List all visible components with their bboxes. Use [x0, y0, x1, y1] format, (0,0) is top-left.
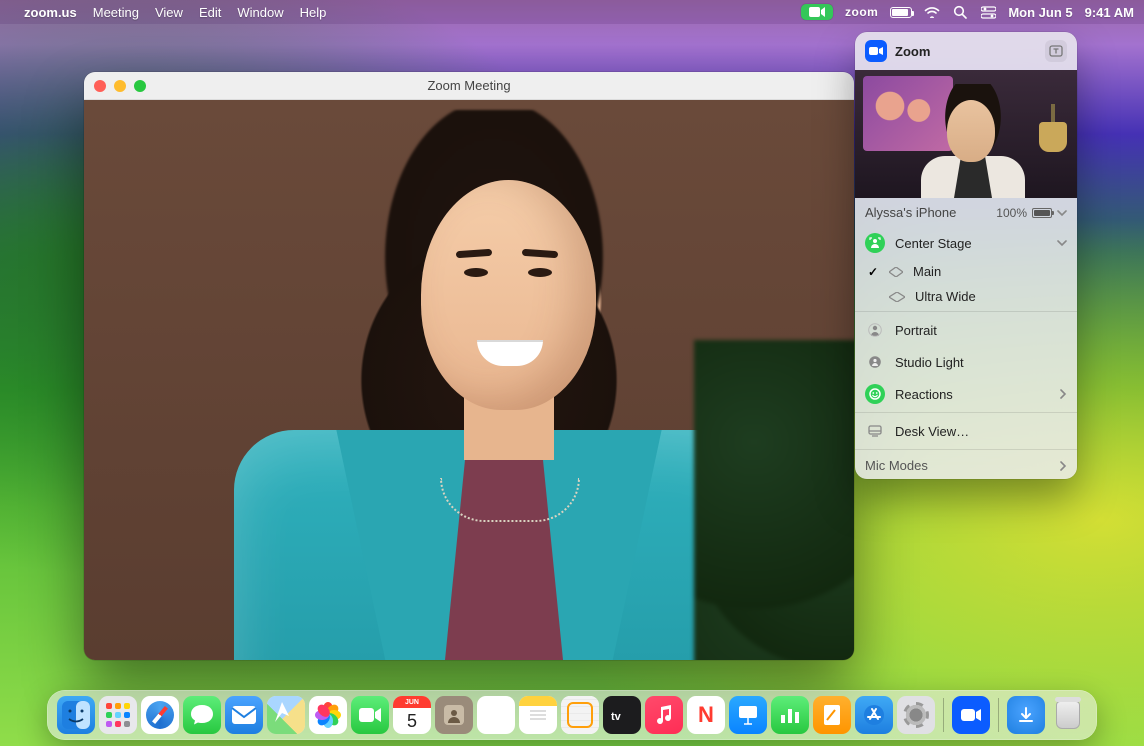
dock-calendar[interactable]: JUN5 — [393, 696, 431, 734]
menubar-item-view[interactable]: View — [155, 5, 183, 20]
zoom-main-video — [84, 100, 854, 660]
row-label: Mic Modes — [865, 458, 1049, 473]
dock-zoom[interactable] — [952, 696, 990, 734]
row-label: Portrait — [895, 323, 1067, 338]
menubar: zoom.us Meeting View Edit Window Help zo… — [0, 0, 1144, 24]
dock-tv[interactable]: tv — [603, 696, 641, 734]
row-label: Main — [913, 264, 1067, 279]
row-center-stage[interactable]: Center Stage — [855, 227, 1077, 259]
dock-facetime[interactable] — [351, 696, 389, 734]
panel-header: Zoom — [855, 32, 1077, 70]
row-label: Reactions — [895, 387, 1049, 402]
lens-icon — [889, 292, 905, 302]
dock-pages[interactable] — [813, 696, 851, 734]
dock: JUN5 tv N — [47, 690, 1097, 740]
chevron-down-icon — [1057, 206, 1067, 220]
menubar-time[interactable]: 9:41 AM — [1085, 5, 1134, 20]
background-lamp — [1039, 122, 1067, 152]
dock-system-settings[interactable] — [897, 696, 935, 734]
calendar-month: JUN — [393, 696, 431, 708]
dock-separator — [998, 698, 999, 732]
battery-status-icon[interactable] — [890, 7, 912, 18]
row-label: Center Stage — [895, 236, 1047, 251]
dock-messages[interactable] — [183, 696, 221, 734]
dock-mail[interactable] — [225, 696, 263, 734]
row-label: Ultra Wide — [915, 289, 1067, 304]
row-lens-main[interactable]: ✓ Main — [855, 259, 1077, 284]
studio-light-icon — [865, 352, 885, 372]
row-mic-modes[interactable]: Mic Modes — [855, 452, 1077, 479]
zoom-meeting-window: Zoom Meeting — [84, 72, 854, 660]
chevron-down-icon — [1057, 239, 1067, 247]
row-reactions[interactable]: Reactions — [855, 378, 1077, 410]
chevron-right-icon — [1059, 461, 1067, 471]
row-label: Studio Light — [895, 355, 1067, 370]
row-portrait[interactable]: Portrait — [855, 314, 1077, 346]
portrait-icon — [865, 320, 885, 340]
menubar-zoom-status[interactable]: zoom — [845, 5, 878, 19]
camera-device-name: Alyssa's iPhone — [865, 205, 956, 220]
battery-icon — [1032, 208, 1052, 218]
dock-appstore[interactable] — [855, 696, 893, 734]
row-label: Desk View… — [895, 424, 1067, 439]
device-battery-pct: 100% — [996, 206, 1027, 220]
svg-text:tv: tv — [611, 711, 622, 723]
panel-app-name: Zoom — [895, 44, 1037, 59]
calendar-day: 5 — [393, 708, 431, 734]
dock-music[interactable] — [645, 696, 683, 734]
camera-status-pill[interactable] — [801, 4, 833, 20]
row-lens-ultrawide[interactable]: Ultra Wide — [855, 284, 1077, 309]
dock-contacts[interactable] — [435, 696, 473, 734]
zoom-app-icon — [865, 40, 887, 62]
dock-finder[interactable] — [57, 696, 95, 734]
chevron-right-icon — [1059, 389, 1067, 399]
dock-launchpad[interactable] — [99, 696, 137, 734]
dock-numbers[interactable] — [771, 696, 809, 734]
desk-view-icon — [865, 421, 885, 441]
center-stage-icon — [865, 233, 885, 253]
background-plant — [694, 340, 854, 660]
zoom-window-titlebar[interactable]: Zoom Meeting — [84, 72, 854, 100]
dock-downloads[interactable] — [1007, 696, 1045, 734]
menubar-app-name[interactable]: zoom.us — [24, 5, 77, 20]
dock-safari[interactable] — [141, 696, 179, 734]
checkmark-icon: ✓ — [867, 265, 879, 279]
menubar-item-edit[interactable]: Edit — [199, 5, 221, 20]
row-desk-view[interactable]: Desk View… — [855, 415, 1077, 447]
dock-maps[interactable] — [267, 696, 305, 734]
menubar-item-window[interactable]: Window — [237, 5, 283, 20]
spotlight-icon[interactable] — [952, 4, 968, 20]
menubar-item-meeting[interactable]: Meeting — [93, 5, 139, 20]
dock-keynote[interactable] — [729, 696, 767, 734]
lens-icon — [889, 267, 903, 277]
camera-preview — [855, 70, 1077, 198]
video-effects-panel: Zoom Alyssa's iPhone 100% Center Stage — [855, 32, 1077, 479]
dock-news[interactable]: N — [687, 696, 725, 734]
dock-reminders[interactable] — [477, 696, 515, 734]
camera-device-row[interactable]: Alyssa's iPhone 100% — [855, 198, 1077, 227]
dock-notes[interactable] — [519, 696, 557, 734]
dock-trash[interactable] — [1049, 696, 1087, 734]
reactions-icon — [865, 384, 885, 404]
menubar-item-help[interactable]: Help — [300, 5, 327, 20]
zoom-window-title: Zoom Meeting — [84, 78, 854, 93]
dock-separator — [943, 698, 944, 732]
row-studio-light[interactable]: Studio Light — [855, 346, 1077, 378]
dock-freeform[interactable] — [561, 696, 599, 734]
wifi-icon[interactable] — [924, 4, 940, 20]
menubar-date[interactable]: Mon Jun 5 — [1008, 5, 1072, 20]
dock-photos[interactable] — [309, 696, 347, 734]
panel-expand-button[interactable] — [1045, 40, 1067, 62]
control-center-icon[interactable] — [980, 4, 996, 20]
